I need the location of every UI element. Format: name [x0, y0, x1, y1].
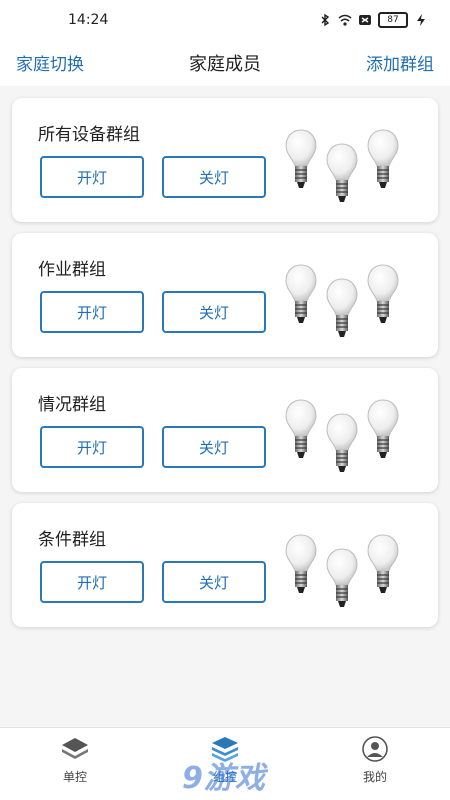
bulb-icon: [325, 547, 359, 611]
bulbs-image: [280, 128, 430, 198]
group-name: 作业群组: [38, 260, 106, 280]
group-name: 所有设备群组: [38, 125, 140, 145]
bulb-icon: [284, 263, 318, 327]
nav-label: 单控: [62, 770, 87, 784]
user-icon: [362, 736, 388, 762]
nav-label: 我的: [362, 770, 387, 784]
charging-icon: [417, 14, 425, 26]
bulb-icon: [366, 398, 400, 462]
lights-off-button[interactable]: 关灯: [162, 561, 266, 603]
bulbs-image: [280, 398, 430, 468]
group-name: 情况群组: [38, 395, 106, 415]
bulbs-image: [280, 533, 430, 603]
stack-icon: [62, 738, 88, 759]
bluetooth-icon: [321, 13, 330, 27]
nav-profile[interactable]: 我的: [325, 736, 425, 785]
bulb-icon: [325, 277, 359, 341]
lights-on-button[interactable]: 开灯: [40, 291, 144, 333]
status-bar: 14:24 87: [0, 0, 450, 40]
header: 家庭切换 家庭成员 添加群组: [0, 40, 450, 86]
bulb-icon: [284, 398, 318, 462]
group-list: 所有设备群组 开灯 关灯 作业群组 开灯 关灯 情况群组 开灯 关灯 条件群组 …: [12, 98, 438, 638]
status-time: 14:24: [68, 12, 109, 28]
nav-single-control[interactable]: 单控: [25, 736, 125, 785]
bulb-icon: [366, 263, 400, 327]
group-card: 作业群组 开灯 关灯: [12, 233, 438, 357]
sim-off-icon: [359, 15, 371, 25]
watermark: 9游戏: [182, 761, 266, 796]
battery-icon: 87: [378, 12, 408, 28]
status-icons: 87: [318, 12, 428, 28]
lights-off-button[interactable]: 关灯: [162, 291, 266, 333]
group-card: 情况群组 开灯 关灯: [12, 368, 438, 492]
lights-on-button[interactable]: 开灯: [40, 156, 144, 198]
add-group-button[interactable]: 添加群组: [366, 50, 434, 75]
lights-off-button[interactable]: 关灯: [162, 156, 266, 198]
lights-on-button[interactable]: 开灯: [40, 561, 144, 603]
wifi-icon: [338, 14, 352, 26]
bulb-icon: [325, 412, 359, 476]
bulbs-image: [280, 263, 430, 333]
group-card: 条件群组 开灯 关灯: [12, 503, 438, 627]
group-card: 所有设备群组 开灯 关灯: [12, 98, 438, 222]
bulb-icon: [325, 142, 359, 206]
lights-on-button[interactable]: 开灯: [40, 426, 144, 468]
group-name: 条件群组: [38, 530, 106, 550]
bulb-icon: [366, 128, 400, 192]
bulb-icon: [284, 128, 318, 192]
bulb-icon: [284, 533, 318, 597]
bulb-icon: [366, 533, 400, 597]
lights-off-button[interactable]: 关灯: [162, 426, 266, 468]
